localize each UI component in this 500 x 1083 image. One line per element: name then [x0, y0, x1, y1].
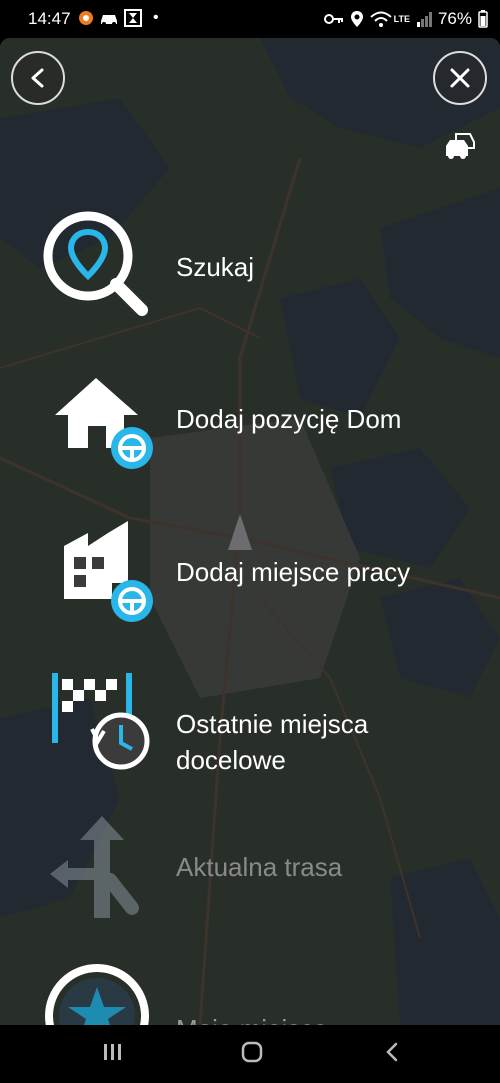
- menu-item-add-work-label: Dodaj miejsce pracy: [176, 557, 411, 587]
- traffic-button[interactable]: [444, 130, 478, 167]
- status-time: 14:47: [28, 9, 71, 28]
- hourglass-icon: [124, 9, 142, 27]
- menu-item-add-work[interactable]: Dodaj miejsce pracy: [0, 513, 500, 628]
- battery-percent: 76%: [437, 9, 472, 28]
- home-add-icon: [55, 378, 153, 469]
- menu-item-current-route[interactable]: Aktualna trasa: [0, 808, 500, 923]
- menu-item-my-places[interactable]: Moje miejsca: [0, 959, 500, 1025]
- search-pin-icon: [43, 211, 148, 316]
- dot-icon: •: [153, 9, 159, 26]
- battery-icon: [478, 10, 488, 28]
- menu-item-add-home[interactable]: Dodaj pozycję Dom: [0, 360, 500, 475]
- notification-app-icon: [79, 11, 93, 25]
- traffic-cars-icon: [446, 133, 475, 159]
- menu-item-search-label: Szukaj: [176, 252, 255, 282]
- menu-item-recent-destinations-label: Ostatnie miejsca docelowe: [176, 709, 369, 775]
- key-icon: [323, 14, 343, 24]
- back-button[interactable]: [11, 51, 65, 105]
- my-places-star-icon: [45, 964, 149, 1025]
- home-icon[interactable]: [240, 1041, 264, 1063]
- close-icon: [450, 68, 470, 88]
- status-bar: 14:47 • LTE 76%: [0, 0, 500, 38]
- signal-icon: [416, 12, 432, 27]
- location-icon: [350, 11, 363, 27]
- menu-item-recent-destinations[interactable]: Ostatnie miejsca docelowe: [0, 665, 500, 780]
- recent-destinations-icon: [52, 673, 150, 770]
- menu-item-my-places-label: Moje miejsca: [176, 1011, 476, 1025]
- back-icon[interactable]: [382, 1041, 402, 1063]
- recents-icon[interactable]: [102, 1041, 124, 1063]
- menu-item-search[interactable]: Szukaj: [0, 208, 500, 323]
- menu-item-add-home-label: Dodaj pozycję Dom: [176, 404, 402, 434]
- wifi-icon: [369, 11, 392, 27]
- car-icon: [101, 15, 117, 26]
- current-route-icon: [50, 816, 139, 918]
- menu-item-current-route-label: Aktualna trasa: [176, 852, 343, 882]
- system-nav-bar: [0, 1025, 500, 1083]
- app-screen: Szukaj Dodaj pozycję Dom Dodaj miejsce p…: [0, 38, 500, 1025]
- chevron-left-icon: [31, 68, 44, 88]
- work-add-icon: [64, 521, 153, 622]
- close-button[interactable]: [433, 51, 487, 105]
- network-type: LTE: [393, 14, 410, 24]
